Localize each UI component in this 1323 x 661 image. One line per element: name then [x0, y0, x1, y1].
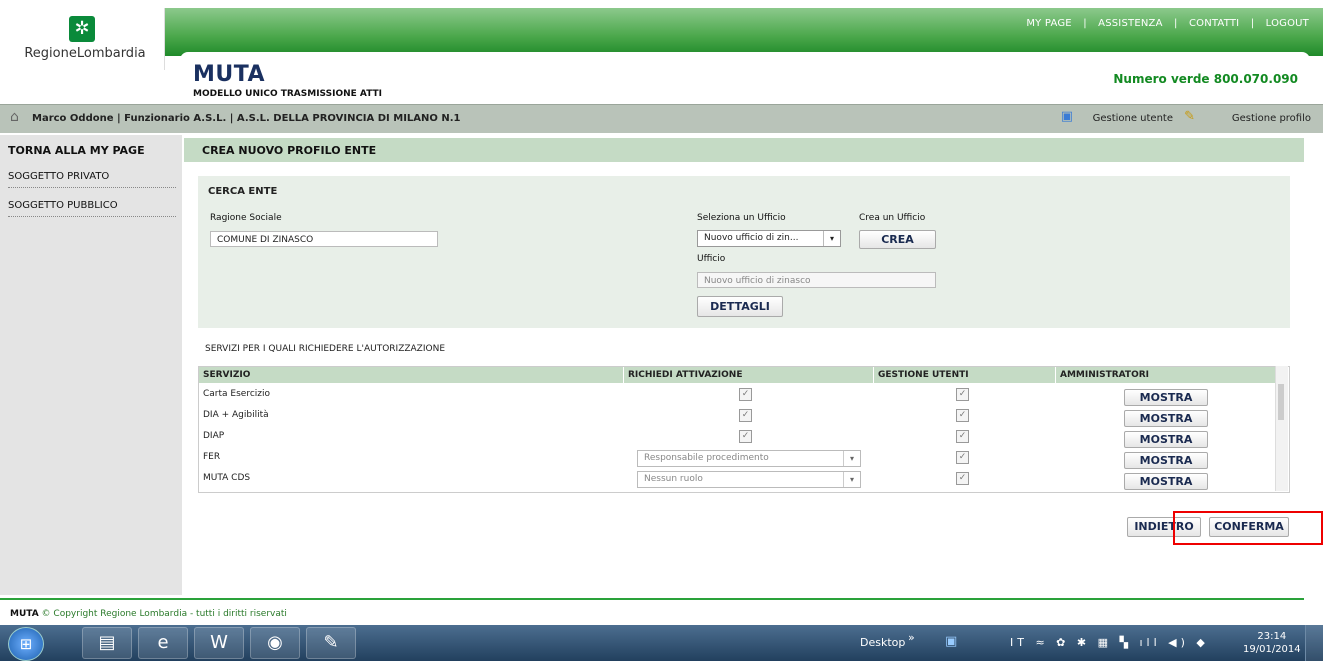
table-row: DIAP ✓ ✓ MOSTRA	[199, 427, 1277, 448]
col-header-servizio: SERVIZIO	[199, 367, 624, 383]
col-header-amministratori: AMMINISTRATORI	[1056, 367, 1277, 383]
dettagli-button[interactable]: DETTAGLI	[697, 296, 783, 317]
header-green-band	[164, 8, 1323, 56]
word-icon[interactable]: W	[194, 627, 244, 659]
logo-text: RegioneLombardia	[24, 46, 146, 61]
chevron-down-icon: ▾	[843, 472, 860, 487]
ruolo-select-value: Responsabile procedimento	[644, 453, 769, 463]
gestione-utente-icon[interactable]: ▣	[1061, 109, 1073, 124]
ruolo-select[interactable]: Responsabile procedimento ▾	[637, 450, 861, 467]
assistenza-link[interactable]: ASSISTENZA	[1098, 18, 1162, 29]
paint-icon[interactable]: ✎	[306, 627, 356, 659]
gestione-utenti-checkbox[interactable]: ✓	[956, 388, 969, 401]
chrome-icon[interactable]: ◉	[250, 627, 300, 659]
highlight-box	[1173, 511, 1323, 545]
sidebar-item-soggetto-pubblico[interactable]: SOGGETTO PUBBLICO	[8, 200, 176, 217]
mostra-button[interactable]: MOSTRA	[1124, 473, 1208, 490]
mostra-button[interactable]: MOSTRA	[1124, 452, 1208, 469]
show-desktop-button[interactable]	[1305, 625, 1323, 661]
clock-date: 19/01/2014	[1243, 644, 1301, 655]
mostra-button[interactable]: MOSTRA	[1124, 389, 1208, 406]
separator: |	[1083, 18, 1087, 29]
gestione-utenti-checkbox[interactable]: ✓	[956, 409, 969, 422]
separator: |	[1174, 18, 1178, 29]
desktop-toolbar[interactable]: Desktop	[860, 636, 905, 649]
footer: MUTA © Copyright Regione Lombardia - tut…	[10, 609, 287, 619]
ruolo-select[interactable]: Nessun ruolo ▾	[637, 471, 861, 488]
richiedi-attivazione-checkbox[interactable]: ✓	[739, 388, 752, 401]
servizio-cell: Carta Esercizio	[203, 389, 270, 399]
seleziona-ufficio-value: Nuovo ufficio di zin...	[704, 233, 799, 243]
seleziona-ufficio-label: Seleziona un Ufficio	[697, 213, 786, 223]
servizio-cell: DIAP	[203, 431, 225, 441]
my-page-link[interactable]: MY PAGE	[1026, 18, 1071, 29]
table-row: DIA + Agibilità ✓ ✓ MOSTRA	[199, 406, 1277, 427]
richiedi-attivazione-checkbox[interactable]: ✓	[739, 430, 752, 443]
ufficio-label: Ufficio	[697, 254, 726, 264]
chevron-down-icon: ▾	[843, 451, 860, 466]
gestione-utenti-checkbox[interactable]: ✓	[956, 430, 969, 443]
start-button-icon[interactable]: ⊞	[8, 627, 44, 661]
servizi-table: SERVIZIO RICHIEDI ATTIVAZIONE GESTIONE U…	[198, 366, 1290, 493]
mostra-button[interactable]: MOSTRA	[1124, 410, 1208, 427]
ragione-sociale-input[interactable]: COMUNE DI ZINASCO	[210, 231, 438, 247]
servizi-title: SERVIZI PER I QUALI RICHIEDERE L'AUTORIZ…	[205, 344, 446, 354]
chevron-right-icon[interactable]: »	[908, 631, 915, 644]
logout-link[interactable]: LOGOUT	[1266, 18, 1309, 29]
crea-ufficio-label: Crea un Ufficio	[859, 213, 926, 223]
servizio-cell: DIA + Agibilità	[203, 410, 269, 420]
mostra-button[interactable]: MOSTRA	[1124, 431, 1208, 448]
cerca-ente-title: CERCA ENTE	[208, 186, 278, 197]
crea-button[interactable]: CREA	[859, 230, 936, 249]
col-header-richiedi-attivazione: RICHIEDI ATTIVAZIONE	[624, 367, 874, 383]
contatti-link[interactable]: CONTATTI	[1189, 18, 1239, 29]
chevron-down-icon: ▾	[823, 231, 840, 246]
richiedi-attivazione-checkbox[interactable]: ✓	[739, 409, 752, 422]
seleziona-ufficio-select[interactable]: Nuovo ufficio di zin... ▾	[697, 230, 841, 247]
top-links: MY PAGE | ASSISTENZA | CONTATTI | LOGOUT	[1026, 18, 1309, 29]
table-row: Carta Esercizio ✓ ✓ MOSTRA	[199, 385, 1277, 406]
user-icon: ⌂	[10, 109, 19, 125]
table-row: FER Responsabile procedimento ▾ ✓ MOSTRA	[199, 448, 1277, 469]
servizio-cell: FER	[203, 452, 221, 462]
servizio-cell: MUTA CDS	[203, 473, 251, 483]
internet-explorer-icon[interactable]: e	[138, 627, 188, 659]
taskbar-clock[interactable]: 23:14 19/01/2014	[1243, 630, 1301, 656]
taskbar-app-icon[interactable]: ▣	[945, 634, 957, 649]
table-row: MUTA CDS Nessun ruolo ▾ ✓ MOSTRA	[199, 469, 1277, 490]
footer-copyright: © Copyright Regione Lombardia - tutti i …	[41, 609, 287, 619]
regione-lombardia-logo-icon: ✲	[69, 16, 95, 42]
system-tray: IT ≈ ✿ ✱ ▦ ▚ ıll ◀) ◆	[1010, 636, 1209, 649]
gestione-profilo-icon[interactable]: ✎	[1184, 109, 1195, 124]
gestione-profilo-link[interactable]: Gestione profilo	[1232, 113, 1311, 124]
ragione-sociale-label: Ragione Sociale	[210, 213, 282, 223]
gestione-utenti-checkbox[interactable]: ✓	[956, 451, 969, 464]
separator: |	[1250, 18, 1255, 29]
torna-my-page-link[interactable]: TORNA ALLA MY PAGE	[8, 144, 145, 157]
clock-time: 23:14	[1257, 631, 1287, 642]
gestione-utente-link[interactable]: Gestione utente	[1093, 113, 1173, 124]
language-indicator[interactable]: IT	[1010, 636, 1028, 649]
table-scrollbar-thumb[interactable]	[1278, 384, 1284, 420]
numero-verde: Numero verde 800.070.090	[1113, 72, 1298, 86]
app-title: MUTA	[193, 62, 266, 87]
ruolo-select-value: Nessun ruolo	[644, 474, 703, 484]
footer-divider	[0, 598, 1304, 600]
app-subtitle: MODELLO UNICO TRASMISSIONE ATTI	[193, 89, 383, 99]
footer-app: MUTA	[10, 609, 39, 619]
ufficio-input[interactable]: Nuovo ufficio di zinasco	[697, 272, 936, 288]
page-title: CREA NUOVO PROFILO ENTE	[202, 144, 377, 157]
gestione-utenti-checkbox[interactable]: ✓	[956, 472, 969, 485]
top-margin	[0, 0, 1323, 8]
user-info: Marco Oddone | Funzionario A.S.L. | A.S.…	[32, 113, 461, 124]
file-explorer-icon[interactable]: ▤	[82, 627, 132, 659]
col-header-gestione-utenti: GESTIONE UTENTI	[874, 367, 1056, 383]
sidebar-item-soggetto-privato[interactable]: SOGGETTO PRIVATO	[8, 171, 176, 188]
